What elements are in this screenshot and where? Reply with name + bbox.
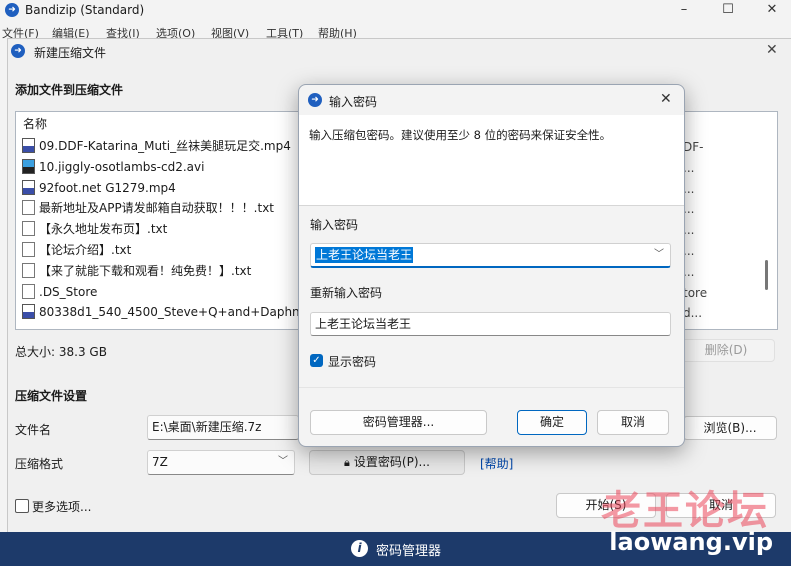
file-name: 92foot.net G1279.mp4: [39, 180, 176, 195]
hidden-column-fragment: DF-: [683, 140, 704, 154]
video-file-icon: [22, 304, 35, 320]
format-label: 压缩格式: [15, 457, 64, 471]
bandizip-logo-icon: ➜: [308, 93, 322, 107]
delete-button[interactable]: 删除(D): [677, 339, 775, 362]
reenter-password-input[interactable]: 上老王论坛当老王: [310, 312, 671, 336]
password-cancel-button[interactable]: 取消: [597, 410, 669, 435]
archive-settings-heading: 压缩文件设置: [15, 389, 88, 403]
menu-bar: 文件(F) 编辑(E) 查找(I) 选项(O) 视图(V) 工具(T) 帮助(H…: [0, 22, 791, 40]
help-link[interactable]: [帮助]: [480, 455, 513, 472]
password-description: 输入压缩包密码。建议使用至少 8 位的密码来保证安全性。: [309, 128, 612, 142]
create-dialog-title: 新建压缩文件: [34, 46, 107, 60]
browse-button[interactable]: 浏览(B)...: [683, 416, 777, 440]
reenter-label: 重新输入密码: [310, 286, 383, 300]
format-select[interactable]: 7Z ﹀: [147, 450, 295, 475]
set-password-label: 设置密码(P)...: [353, 455, 430, 469]
minimize-button[interactable]: –: [662, 0, 706, 22]
video-file-icon: [22, 179, 35, 195]
file-name: 【论坛介绍】.txt: [39, 243, 132, 257]
divider: [299, 205, 684, 206]
title-bar: ➜ Bandizip (Standard) – ☐ ✕: [0, 0, 791, 22]
password-input[interactable]: 上老王论坛当老王 ﹀: [310, 243, 671, 268]
column-header-name[interactable]: 名称: [23, 115, 47, 132]
app-title: Bandizip (Standard): [25, 3, 145, 17]
file-list-scrollbar[interactable]: [765, 260, 768, 290]
password-dialog: ➜ 输入密码 ✕ 输入压缩包密码。建议使用至少 8 位的密码来保证安全性。 输入…: [298, 84, 685, 447]
format-value: 7Z: [152, 455, 168, 469]
bottom-bar-label: 密码管理器: [376, 544, 442, 559]
password-dialog-title: 输入密码: [329, 95, 378, 109]
file-name: .DS_Store: [39, 284, 98, 299]
chevron-down-icon: ﹀: [278, 456, 288, 467]
lock-icon: 🔒︎: [344, 456, 350, 469]
password-dialog-close-icon[interactable]: ✕: [660, 91, 672, 107]
more-options-label: 更多选项...: [32, 500, 92, 514]
create-dialog-close-icon[interactable]: ✕: [766, 42, 778, 58]
file-name: 【永久地址发布页】.txt: [39, 222, 168, 237]
show-password-label: 显示密码: [328, 355, 377, 369]
bandizip-logo-icon: ➜: [5, 3, 19, 17]
password-value: 上老王论坛当老王: [315, 247, 414, 263]
file-name: 10.jiggly-osotlambs-cd2.avi: [39, 159, 205, 174]
hidden-column-fragment: tore: [683, 285, 708, 300]
chevron-down-icon[interactable]: ﹀: [654, 244, 664, 266]
divider: [299, 387, 684, 388]
add-files-heading: 添加文件到压缩文件: [15, 83, 124, 97]
video-file-icon: [22, 138, 35, 153]
info-icon: i: [351, 540, 368, 557]
maximize-button[interactable]: ☐: [706, 0, 750, 22]
password-label: 输入密码: [310, 218, 359, 232]
file-name: 09.DDF-Katarina_Muti_丝袜美腿玩足交.mp4: [39, 139, 291, 153]
bandizip-logo-icon: ➜: [11, 44, 25, 58]
password-dialog-header: 输入压缩包密码。建议使用至少 8 位的密码来保证安全性。: [299, 115, 684, 205]
text-file-icon: [22, 262, 35, 278]
filename-label: 文件名: [15, 423, 52, 437]
avi-file-icon: [22, 158, 35, 174]
text-file-icon: [22, 200, 35, 216]
file-name: 【来了就能下载和观看！纯免费！】.txt: [39, 263, 252, 278]
more-options-checkbox[interactable]: [15, 499, 29, 513]
file-icon: [22, 283, 35, 299]
watermark-url: laowang.vip: [609, 528, 773, 556]
file-name: 最新地址及APP请发邮箱自动获取！！！.txt: [39, 201, 275, 216]
text-file-icon: [22, 221, 35, 237]
text-file-icon: [22, 242, 35, 257]
ok-button[interactable]: 确定: [517, 410, 587, 435]
close-button[interactable]: ✕: [750, 0, 791, 22]
total-size: 总大小: 38.3 GB: [15, 345, 107, 359]
file-name: 80338d1_540_4500_Steve+Q+and+Daphne+: [39, 305, 318, 320]
hidden-column-fragment: d...: [683, 306, 703, 321]
filename-input[interactable]: E:\桌面\新建压缩.7z: [147, 415, 299, 440]
set-password-button[interactable]: 🔒︎ 设置密码(P)...: [309, 450, 465, 475]
password-manager-button[interactable]: 密码管理器...: [310, 410, 487, 435]
show-password-checkbox[interactable]: ✓: [310, 354, 323, 367]
